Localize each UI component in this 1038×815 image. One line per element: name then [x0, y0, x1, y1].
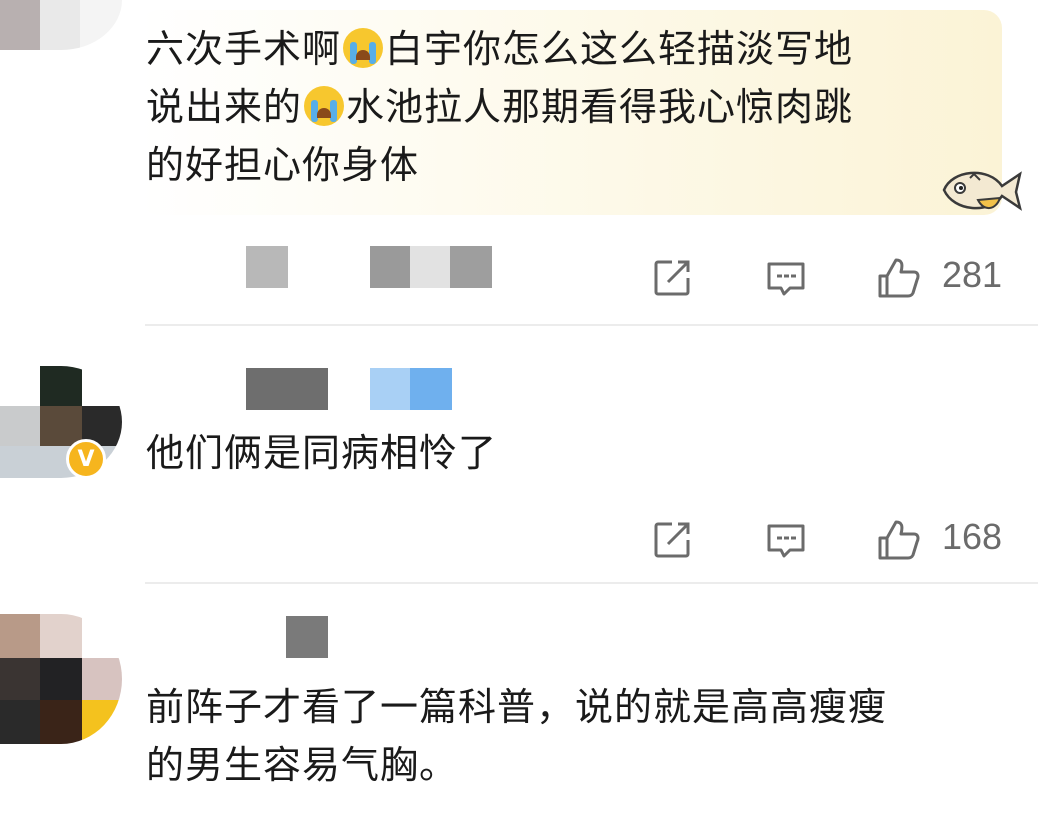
comment-item-3: 前阵子才看了一篇科普，说的就是高高瘦瘦 的男生容易气胸。 — [0, 584, 1038, 815]
comment-icon[interactable] — [764, 518, 808, 562]
like-count: 281 — [942, 254, 1003, 295]
thumbs-up-icon[interactable] — [876, 518, 920, 562]
comment-item-1: 六次手术啊 白宇你怎么这么轻描淡写地 说出来的 水池拉人那期看得我心惊肉跳 的好担心… — [0, 0, 1038, 326]
blurred-meta — [410, 368, 452, 410]
crying-face-icon — [304, 86, 345, 126]
blurred-meta — [410, 246, 450, 288]
comment-item-2: V 他们俩是同病相怜了 168 — [0, 326, 1038, 584]
blurred-username — [246, 368, 328, 410]
share-icon[interactable] — [650, 256, 694, 300]
comment-text: 他们俩是同病相怜了 — [146, 431, 498, 475]
avatar[interactable] — [0, 614, 122, 744]
blurred-username — [246, 246, 288, 288]
comment-text: 前阵子才看了一篇科普，说的就是高高瘦瘦 的男生容易气胸。 — [146, 685, 888, 787]
avatar[interactable] — [0, 0, 122, 50]
blurred-meta — [450, 246, 492, 288]
blurred-username — [286, 616, 328, 658]
blurred-meta — [370, 368, 410, 410]
fish-sticker-icon — [942, 171, 1022, 211]
comment-icon[interactable] — [764, 256, 808, 300]
share-icon[interactable] — [650, 518, 694, 562]
like-count: 168 — [942, 516, 1003, 557]
thumbs-up-icon[interactable] — [876, 256, 920, 300]
verified-badge-icon: V — [66, 439, 106, 479]
comment-text: 六次手术啊 白宇你怎么这么轻描淡写地 说出来的 水池拉人那期看得我心惊肉跳 的好担心… — [146, 27, 854, 187]
blurred-meta — [370, 246, 410, 288]
crying-face-icon — [343, 28, 384, 68]
